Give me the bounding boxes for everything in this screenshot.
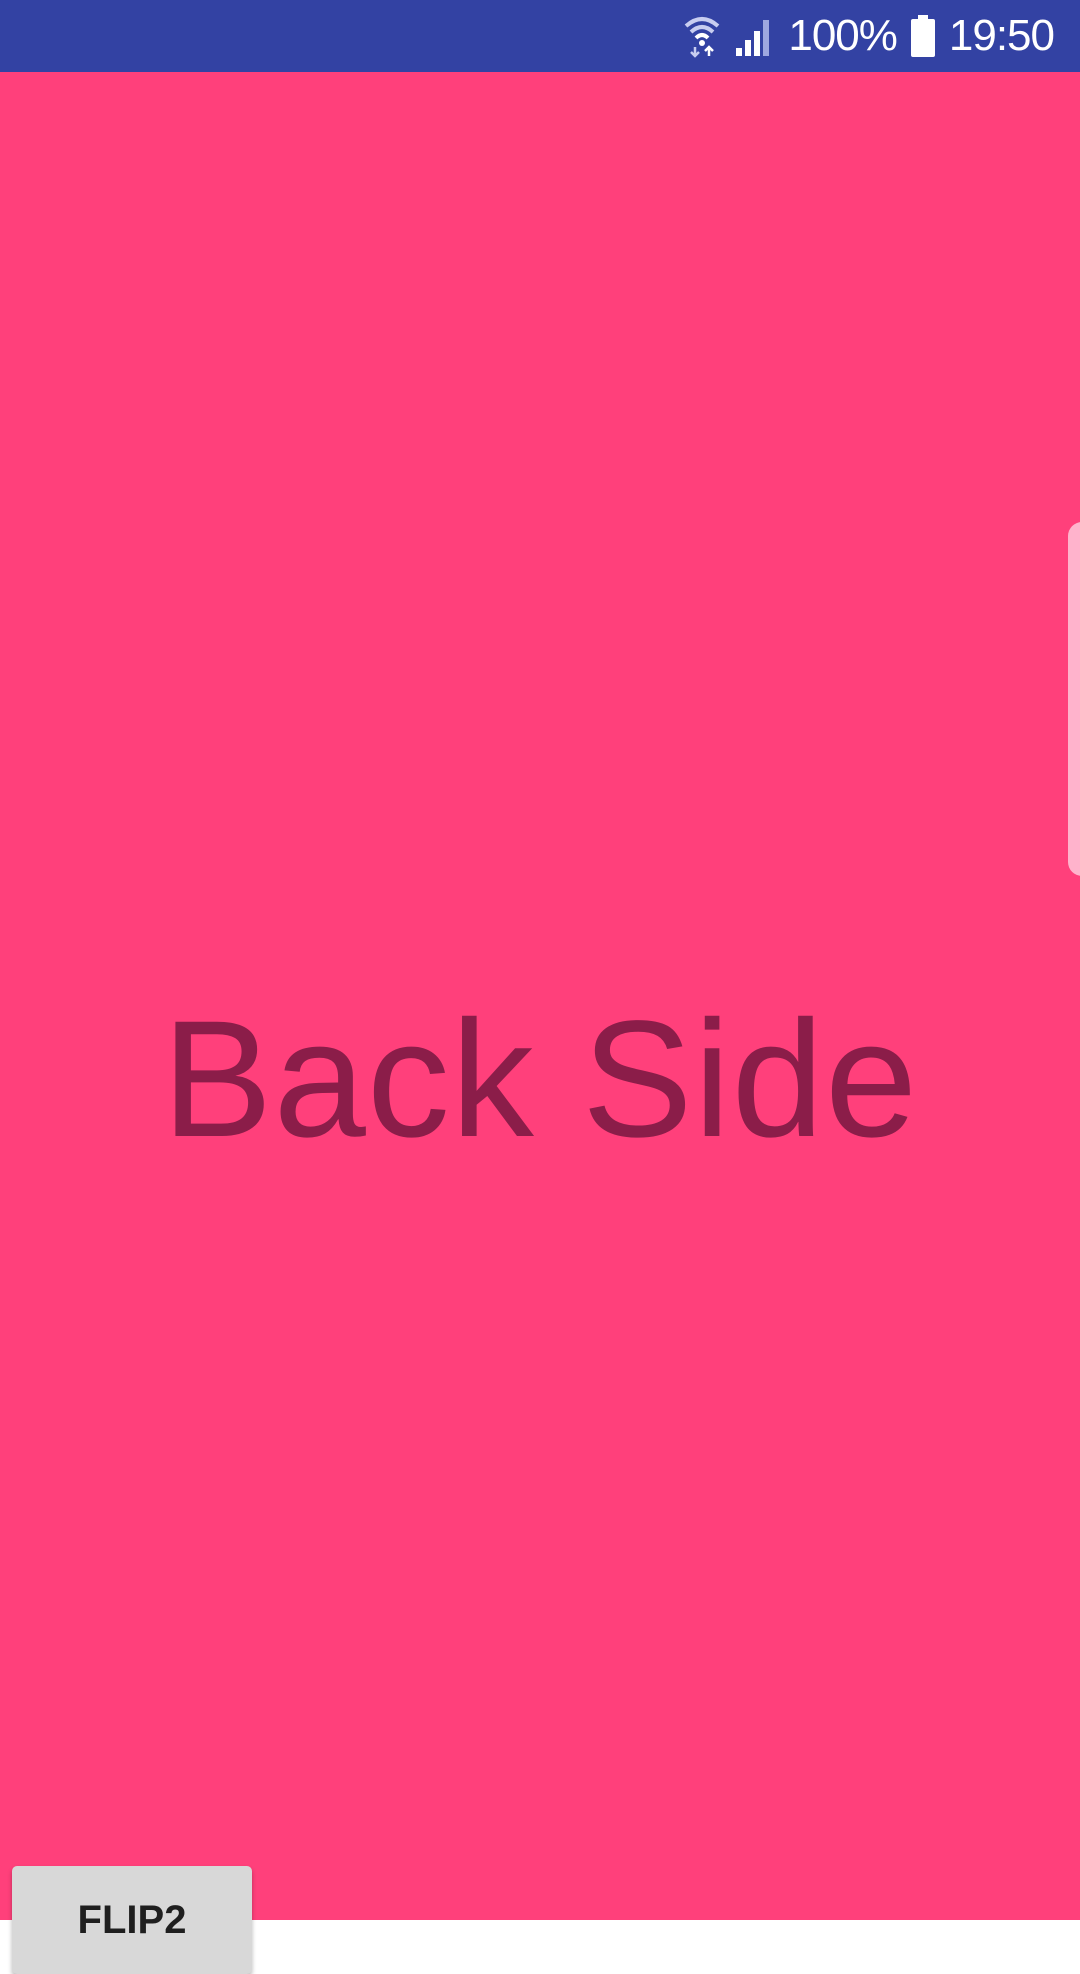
card-side-label: Back Side (161, 987, 919, 1172)
wifi-icon (684, 14, 720, 58)
flip-button[interactable]: FLIP2 (12, 1866, 252, 1974)
battery-percent: 100% (788, 11, 898, 60)
card-view[interactable]: Back Side FLIP2 (0, 72, 1080, 1974)
battery-icon (910, 15, 935, 57)
status-indicators: 100% 19:50 (684, 0, 1055, 72)
edge-panel-handle[interactable] (1068, 522, 1080, 876)
status-bar: 100% 19:50 (0, 0, 1080, 72)
clock: 19:50 (948, 11, 1055, 60)
signal-icon (734, 16, 774, 56)
